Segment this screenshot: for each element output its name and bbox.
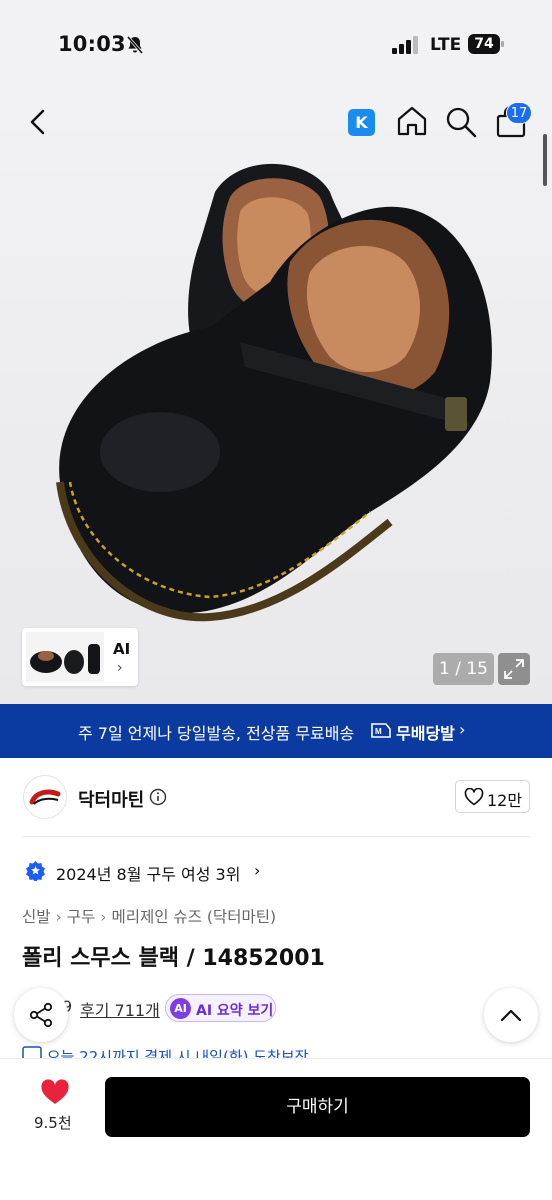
heart-outline-icon — [464, 788, 484, 806]
thumbnail-image — [26, 632, 104, 682]
chevron-right-icon: › — [117, 660, 123, 676]
breadcrumb-item[interactable]: 메리제인 슈즈 (닥터마틴) — [111, 908, 276, 926]
chevron-right-icon: › — [100, 908, 107, 926]
ai-badge-icon: AI — [170, 998, 191, 1019]
home-icon[interactable] — [395, 104, 429, 138]
heart-icon[interactable] — [40, 1079, 70, 1106]
thumbnail-ai-label: AI — [113, 640, 131, 658]
expand-icon[interactable] — [498, 653, 530, 685]
buy-button[interactable]: 구매하기 — [105, 1077, 530, 1137]
share-button[interactable] — [14, 988, 68, 1042]
back-icon[interactable] — [22, 106, 54, 138]
free-shipping-banner[interactable]: 주 7일 언제나 당일발송, 전상품 무료배송 M 무배당발 › — [0, 704, 552, 758]
product-image-gallery[interactable]: K 17 AI › 1 / 15 — [0, 92, 552, 704]
delivery-logo-icon: M — [371, 723, 391, 738]
scrollbar[interactable] — [543, 134, 547, 186]
reviews-link[interactable]: 후기 711개 — [80, 997, 160, 1021]
status-time: 10:03 — [58, 32, 126, 56]
brand-logo[interactable] — [23, 775, 67, 819]
breadcrumb-item[interactable]: 구두 — [67, 908, 96, 926]
banner-brand: 무배당발 — [396, 724, 455, 743]
product-photo — [56, 163, 492, 622]
ai-thumbnail-card[interactable]: AI › — [22, 628, 138, 686]
divider — [22, 836, 530, 837]
wish-count: 9.5천 — [34, 1114, 72, 1132]
battery-icon: 74 — [468, 34, 504, 54]
chevron-right-icon: › — [55, 908, 62, 926]
rank-badge-icon — [26, 861, 45, 881]
battery-level: 74 — [468, 34, 500, 54]
svg-text:M: M — [375, 727, 382, 736]
search-icon[interactable] — [444, 105, 478, 139]
scroll-top-button[interactable] — [484, 988, 538, 1042]
breadcrumb: 신발 › 구두 › 메리제인 슈즈 (닥터마틴) — [22, 905, 276, 927]
page-indicator: 1 / 15 — [433, 653, 494, 685]
bottom-action-bar: 9.5천 구매하기 — [0, 1058, 552, 1200]
brand-name[interactable]: 닥터마틴 — [78, 786, 144, 812]
chevron-right-icon[interactable]: › — [254, 861, 260, 880]
ranking-link[interactable]: 2024년 8월 구두 여성 3위 — [56, 861, 240, 885]
bell-muted-icon — [126, 36, 144, 54]
brand-logo-image — [29, 789, 61, 805]
share-icon — [29, 1002, 53, 1028]
ai-summary-button[interactable]: AI AI 요약 보기 — [165, 994, 276, 1022]
product-title: 폴리 스무스 블랙 / 14852001 — [22, 946, 325, 971]
chevron-right-icon: › — [459, 720, 466, 739]
k-badge-button[interactable]: K — [348, 109, 375, 136]
breadcrumb-item[interactable]: 신발 — [22, 908, 51, 926]
info-icon[interactable] — [149, 788, 167, 806]
ai-summary-label: AI 요약 보기 — [196, 1003, 274, 1019]
brand-like-count: 12만 — [487, 791, 523, 810]
cart-count-badge: 17 — [506, 102, 532, 124]
brand-like-button[interactable]: 12만 — [455, 780, 530, 813]
network-type: LTE — [430, 35, 462, 55]
chevron-up-icon — [500, 1009, 522, 1022]
banner-text: 주 7일 언제나 당일발송, 전상품 무료배송 — [78, 724, 355, 743]
status-bar: 10:03 LTE 74 — [0, 0, 552, 92]
signal-icon — [392, 36, 418, 54]
